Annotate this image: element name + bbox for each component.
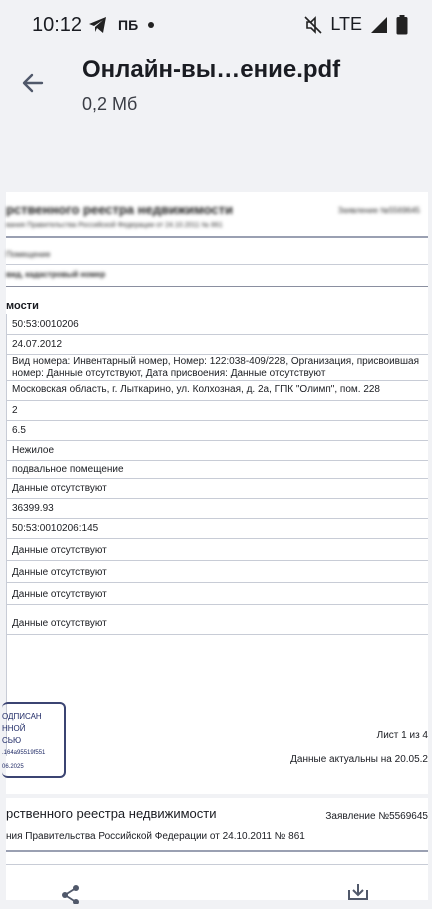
telegram-icon bbox=[89, 17, 106, 33]
pdf-viewer[interactable]: рственного реестра недвижимости Заявлени… bbox=[0, 122, 432, 900]
section-label: мости bbox=[6, 300, 39, 312]
table-row: 24.07.2012 bbox=[6, 334, 428, 355]
share-icon bbox=[62, 885, 79, 905]
divider bbox=[6, 850, 428, 852]
table-row: 50:53:0010206:145 bbox=[6, 518, 428, 539]
data-actual-date: Данные актуальны на 20.05.2 bbox=[290, 754, 428, 765]
table-row: Данные отсутствуют bbox=[6, 560, 428, 583]
object-number: вид, кадастровый номер bbox=[6, 270, 106, 279]
page-header-subtitle: ния Правительства Российской Федерации о… bbox=[6, 831, 305, 842]
digital-signature-stamp: ОДПИСАН ННОЙ СЬЮ .164a95519f551 06.2025 bbox=[2, 702, 66, 778]
divider bbox=[6, 286, 428, 287]
download-icon bbox=[348, 884, 368, 900]
download-button[interactable] bbox=[346, 884, 370, 905]
table-row: Нежилое bbox=[6, 440, 428, 461]
dot-icon bbox=[148, 22, 155, 28]
pdf-page-1: рственного реестра недвижимости Заявлени… bbox=[2, 192, 428, 794]
page-header-subtitle: вания Правительства Российской Федерации… bbox=[6, 222, 223, 229]
table-row: Московская область, г. Лыткарино, ул. Ко… bbox=[6, 380, 428, 401]
muted-icon bbox=[304, 15, 322, 34]
status-bar: 10:12 ПБ LTE bbox=[0, 0, 432, 50]
table-row: Вид номера: Инвентарный номер, Номер: 12… bbox=[6, 354, 428, 381]
page-header-request: Заявление №5569645 bbox=[325, 811, 428, 822]
table-row: 6.5 bbox=[6, 420, 428, 441]
page-header-request: Заявление №5569645 bbox=[337, 206, 420, 215]
signal-icon bbox=[371, 16, 387, 33]
table-row: 50:53:0010206 bbox=[6, 314, 428, 335]
page-header-title: рственного реестра недвижимости bbox=[6, 202, 233, 217]
object-type: Помещение bbox=[6, 250, 51, 259]
page-header-title: рственного реестра недвижимости bbox=[6, 806, 217, 821]
system-icons: LTE bbox=[304, 14, 408, 35]
divider bbox=[6, 864, 428, 865]
pb-icon: ПБ bbox=[118, 17, 139, 33]
arrow-left-icon bbox=[22, 73, 44, 93]
bottom-action-bar bbox=[0, 876, 432, 905]
clock: 10:12 bbox=[32, 14, 83, 36]
divider bbox=[6, 236, 428, 238]
table-row: Данные отсутствуют bbox=[6, 582, 428, 605]
share-button[interactable] bbox=[60, 884, 82, 909]
table-row: Данные отсутствуют bbox=[6, 604, 428, 635]
table-row: 36399.93 bbox=[6, 498, 428, 519]
app-header: Онлайн-вы…ение.pdf 0,2 Мб bbox=[0, 50, 432, 120]
notification-icons: ПБ bbox=[88, 16, 155, 34]
divider bbox=[6, 264, 428, 265]
network-label: LTE bbox=[330, 14, 362, 34]
file-title: Онлайн-вы…ение.pdf bbox=[82, 56, 341, 83]
table-row: 2 bbox=[6, 400, 428, 421]
table-row: Данные отсутствуют bbox=[6, 538, 428, 561]
battery-icon bbox=[396, 14, 408, 34]
sheet-number: Лист 1 из 4 bbox=[376, 730, 428, 741]
back-button[interactable] bbox=[18, 68, 48, 98]
table-row: подвальное помещение bbox=[6, 460, 428, 479]
file-size: 0,2 Мб bbox=[82, 94, 138, 114]
table-row: Данные отсутствуют bbox=[6, 478, 428, 499]
